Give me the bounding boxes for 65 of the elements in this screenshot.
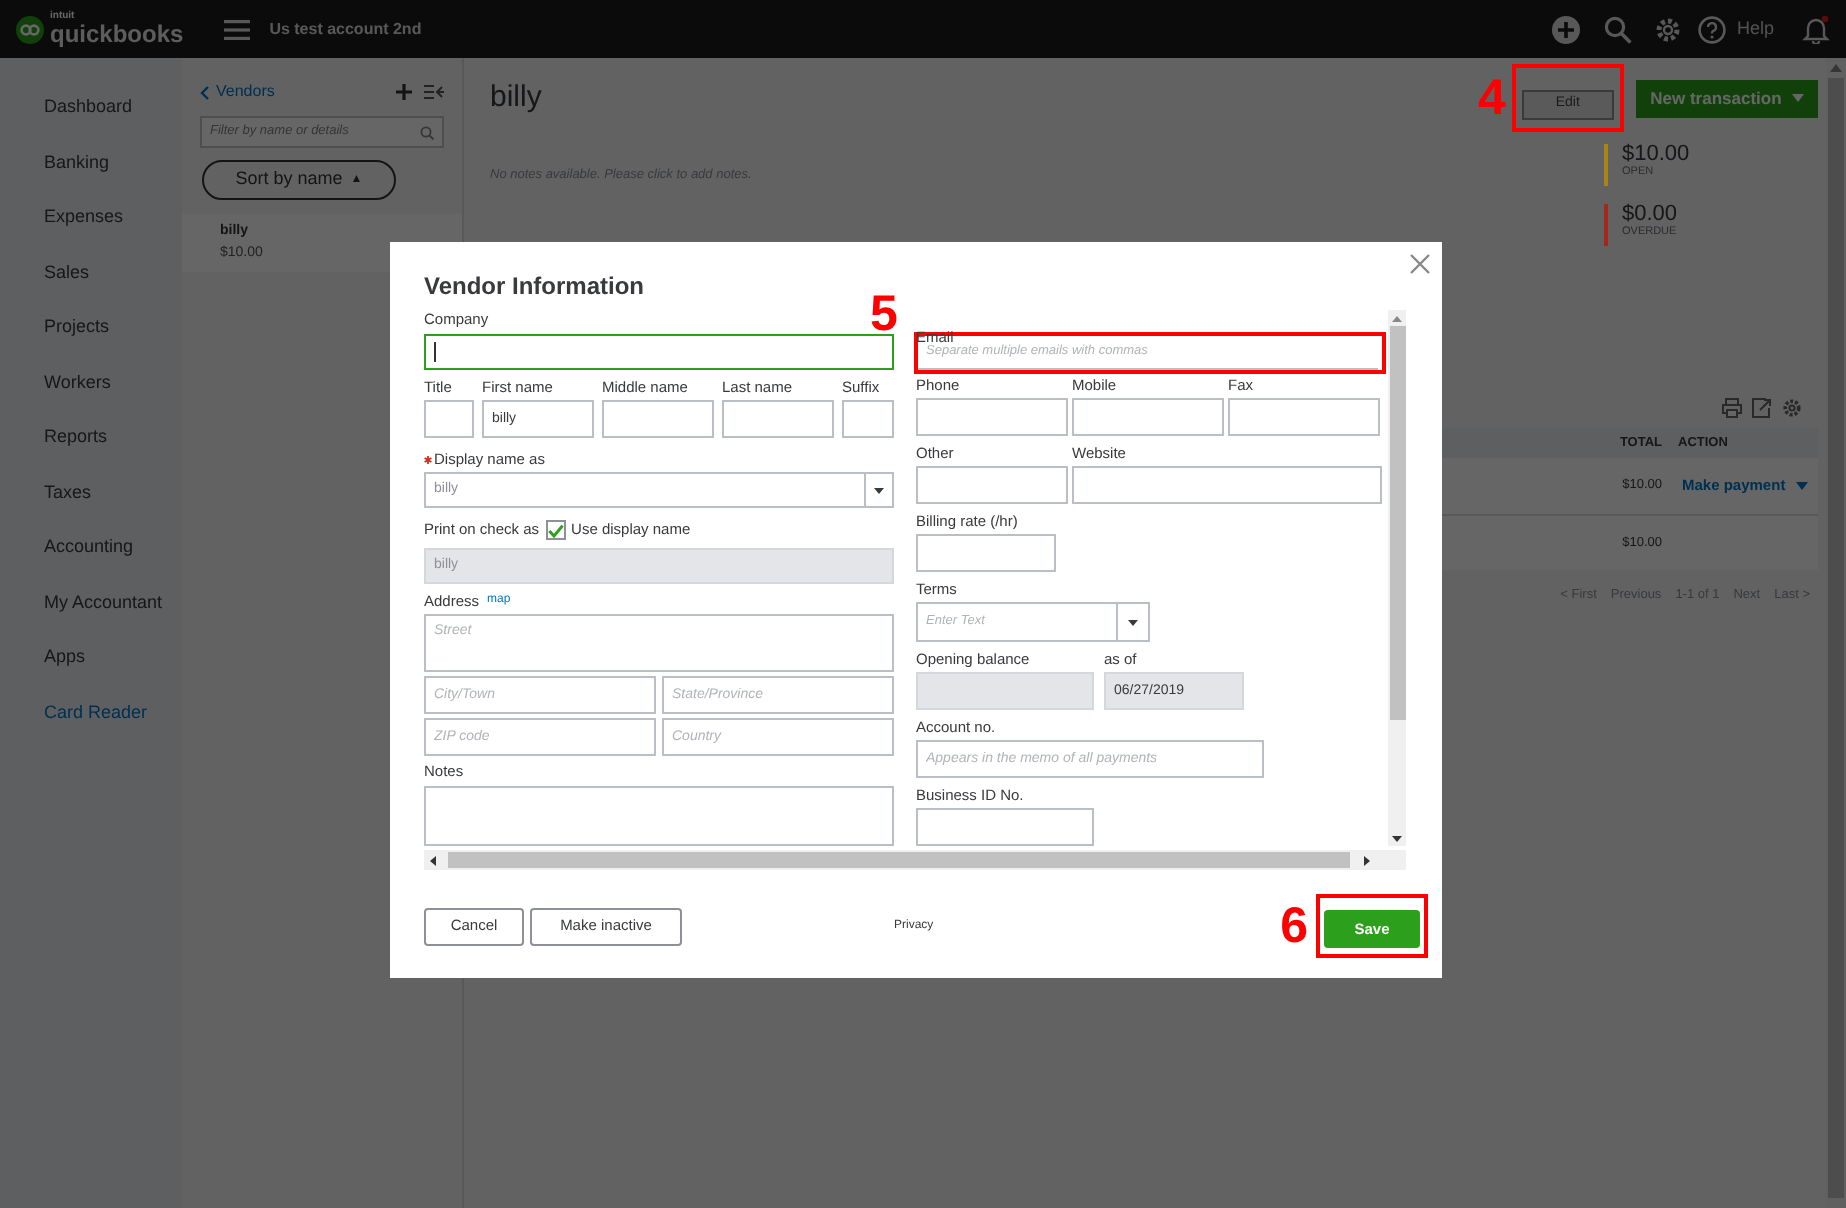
vendor-name: billy	[490, 78, 544, 118]
notification-bell-icon[interactable]	[1802, 14, 1830, 44]
step-number: 4	[1478, 73, 1506, 123]
nav-item[interactable]: Projects	[0, 300, 182, 355]
help-link[interactable]: Help	[1736, 15, 1774, 43]
add-icon[interactable]	[396, 84, 412, 100]
nav-item[interactable]: Accounting	[0, 520, 182, 575]
account-name: Us test account 2nd	[269, 17, 422, 41]
notes-field[interactable]	[424, 785, 894, 846]
step-number: 6	[1280, 901, 1308, 951]
nav-item[interactable]: Card Reader	[0, 685, 182, 740]
amount-text: $0.00	[1622, 204, 1678, 226]
nav-item[interactable]: Dashboard	[0, 80, 182, 135]
vertical-scrollbar[interactable]	[1388, 310, 1406, 846]
help-icon[interactable]	[1698, 15, 1727, 43]
scroll-down-icon	[1392, 836, 1402, 842]
collapse-list-icon[interactable]	[424, 84, 444, 100]
input-field[interactable]	[602, 399, 714, 438]
caret-icon	[1791, 94, 1804, 102]
input-field[interactable]	[916, 398, 1068, 436]
input-field[interactable]	[916, 466, 1068, 504]
nav-item[interactable]: Expenses	[0, 190, 182, 245]
step-number: 5	[870, 290, 898, 340]
input-field[interactable]	[842, 399, 894, 438]
brand-name: quickbooks	[50, 22, 184, 46]
nav-item[interactable]: Apps	[0, 630, 182, 685]
dialog-title: Vendor Information	[424, 270, 647, 298]
menu-icon[interactable]	[223, 19, 250, 39]
scroll-left-icon	[430, 855, 436, 865]
input-field[interactable]	[916, 534, 1056, 572]
scroll-up-icon	[1830, 64, 1842, 72]
add-icon[interactable]	[1552, 15, 1581, 43]
input-field[interactable]	[1228, 398, 1380, 436]
check-icon	[547, 523, 564, 538]
horizontal-scrollbar[interactable]	[424, 850, 1406, 870]
input-field[interactable]	[1072, 398, 1224, 436]
back-chevron-icon[interactable]	[200, 85, 210, 99]
checkbox[interactable]	[545, 520, 566, 541]
input-field[interactable]	[424, 399, 474, 438]
close-icon[interactable]	[1410, 254, 1430, 274]
nav-item[interactable]: Workers	[0, 355, 182, 410]
new-transaction-button[interactable]: New transaction	[1635, 79, 1818, 117]
input-field[interactable]	[1072, 466, 1382, 504]
amount-text: $10.00	[1622, 144, 1690, 166]
input-field[interactable]	[722, 399, 834, 438]
settings-icon[interactable]	[1782, 398, 1802, 418]
input-field[interactable]	[424, 334, 894, 370]
nav-item[interactable]: Banking	[0, 135, 182, 190]
caret-icon[interactable]	[1795, 482, 1808, 490]
vendors-back-link[interactable]: Vendors	[216, 80, 275, 104]
logo-icon	[16, 15, 44, 43]
nav-item[interactable]: Taxes	[0, 465, 182, 520]
caret-icon	[874, 487, 884, 494]
scroll-up-icon	[1392, 316, 1402, 322]
search-icon	[420, 125, 434, 139]
nav-item[interactable]: Sales	[0, 245, 182, 300]
caret-icon	[1128, 619, 1138, 625]
scroll-right-icon	[1364, 855, 1370, 865]
text-cursor	[434, 341, 436, 362]
search-icon[interactable]	[1604, 15, 1633, 43]
export-icon[interactable]	[1752, 398, 1772, 418]
nav-item[interactable]: My Accountant	[0, 575, 182, 630]
print-icon[interactable]	[1722, 398, 1742, 418]
input-field[interactable]	[916, 808, 1094, 846]
nav-item[interactable]: Reports	[0, 410, 182, 465]
